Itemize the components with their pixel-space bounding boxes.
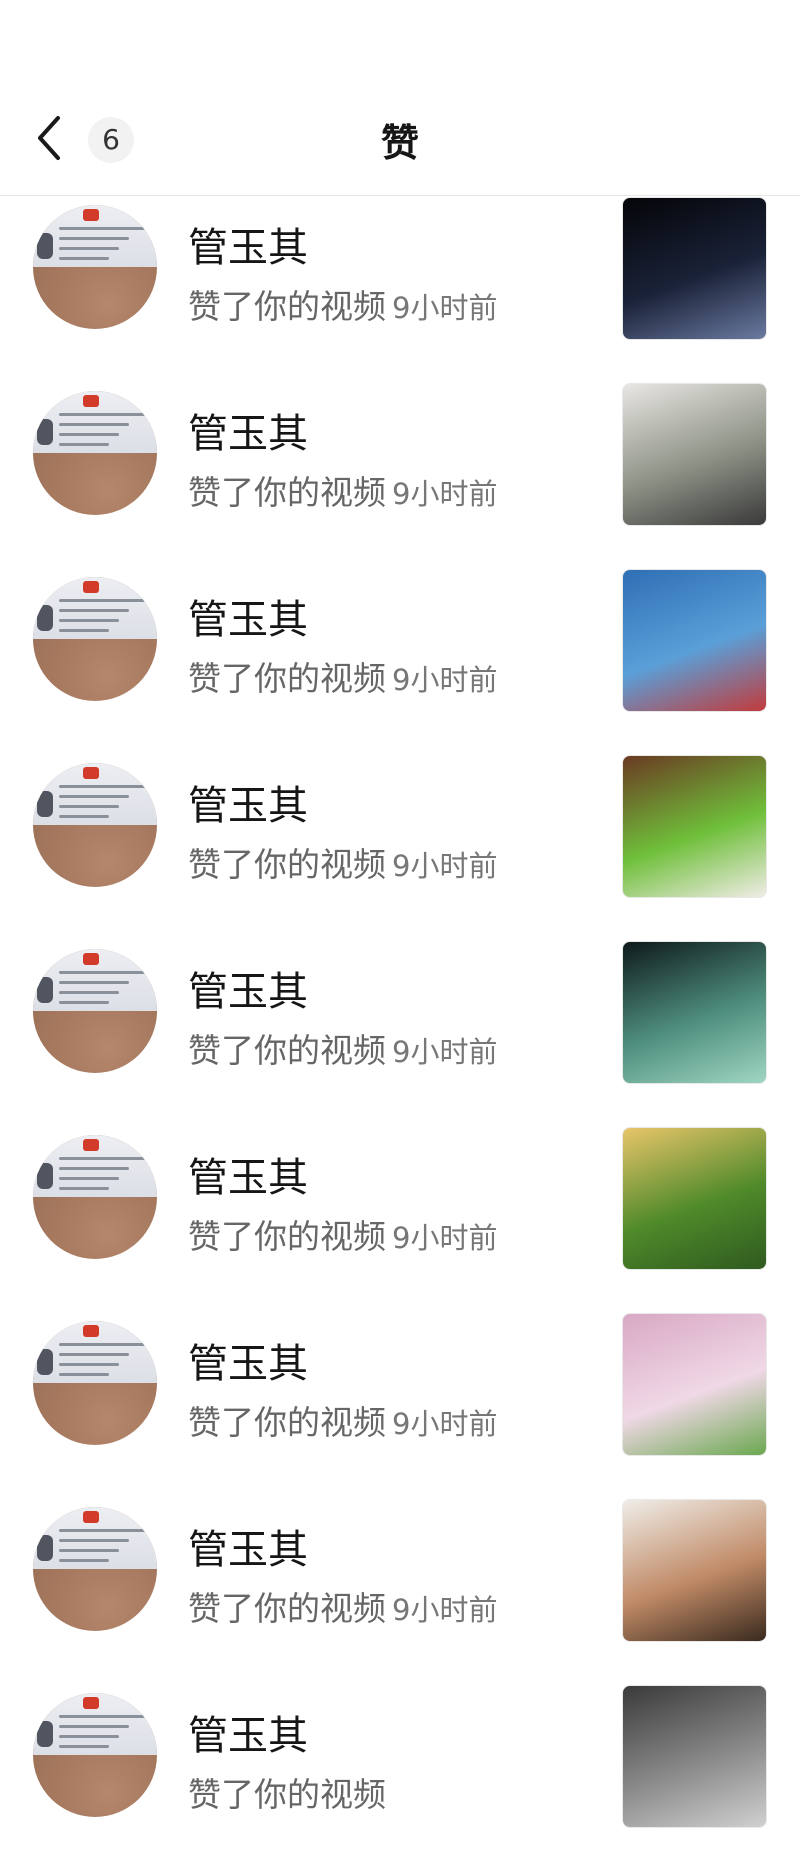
page-title: 赞 bbox=[380, 121, 419, 165]
like-description: 赞了你的视频 9小时前 bbox=[188, 838, 497, 886]
list-item[interactable]: 管玉其赞了你的视频 9小时前 bbox=[0, 1125, 800, 1311]
timestamp: 9小时前 bbox=[392, 1221, 498, 1255]
list-item[interactable]: 管玉其赞了你的视频 9小时前 bbox=[0, 195, 800, 381]
action-text: 赞了你的视频 bbox=[188, 1217, 386, 1256]
ethnic-costume-lake-thumbnail[interactable] bbox=[622, 569, 767, 712]
street-thumbnail[interactable] bbox=[622, 1685, 767, 1828]
user-name[interactable]: 管玉其 bbox=[188, 1331, 308, 1389]
woman-office-thumbnail[interactable] bbox=[622, 383, 767, 526]
avatar[interactable] bbox=[33, 391, 157, 515]
timestamp: 9小时前 bbox=[392, 663, 498, 697]
timestamp: 9小时前 bbox=[392, 1593, 498, 1627]
top-bar: 6 赞 bbox=[0, 0, 800, 196]
list-item[interactable]: 管玉其赞了你的视频 9小时前 bbox=[0, 1497, 800, 1683]
hanfu-blossoms-thumbnail[interactable] bbox=[622, 1313, 767, 1456]
like-description: 赞了你的视频 9小时前 bbox=[188, 1582, 497, 1630]
like-description: 赞了你的视频 9小时前 bbox=[188, 652, 497, 700]
action-text: 赞了你的视频 bbox=[188, 287, 386, 326]
avatar[interactable] bbox=[33, 1135, 157, 1259]
list-item[interactable]: 管玉其 赞了你的视频 bbox=[0, 1683, 800, 1869]
avatar[interactable] bbox=[33, 949, 157, 1073]
user-name[interactable]: 管玉其 bbox=[188, 1703, 308, 1761]
list-item[interactable]: 管玉其赞了你的视频 9小时前 bbox=[0, 939, 800, 1125]
avatar[interactable] bbox=[33, 1507, 157, 1631]
user-name[interactable]: 管玉其 bbox=[188, 215, 308, 273]
like-description: 赞了你的视频 9小时前 bbox=[188, 466, 497, 514]
night-city-thumbnail[interactable] bbox=[622, 197, 767, 340]
timestamp: 9小时前 bbox=[392, 1407, 498, 1441]
user-name[interactable]: 管玉其 bbox=[188, 773, 308, 831]
avatar[interactable] bbox=[33, 1321, 157, 1445]
like-description: 赞了你的视频 9小时前 bbox=[188, 1210, 497, 1258]
avatar[interactable] bbox=[33, 577, 157, 701]
action-text: 赞了你的视频 bbox=[188, 1775, 386, 1814]
list-item[interactable]: 管玉其赞了你的视频 9小时前 bbox=[0, 753, 800, 939]
action-text: 赞了你的视频 bbox=[188, 1031, 386, 1070]
like-description: 赞了你的视频 9小时前 bbox=[188, 1024, 497, 1072]
timestamp: 9小时前 bbox=[392, 1035, 498, 1069]
user-name[interactable]: 管玉其 bbox=[188, 1145, 308, 1203]
woman-portrait-thumbnail[interactable] bbox=[622, 1499, 767, 1642]
list-item[interactable]: 管玉其赞了你的视频 9小时前 bbox=[0, 567, 800, 753]
like-description: 赞了你的视频 bbox=[188, 1768, 392, 1816]
action-text: 赞了你的视频 bbox=[188, 473, 386, 512]
list-item[interactable]: 管玉其赞了你的视频 9小时前 bbox=[0, 1311, 800, 1497]
user-name[interactable]: 管玉其 bbox=[188, 959, 308, 1017]
action-text: 赞了你的视频 bbox=[188, 1589, 386, 1628]
timestamp: 9小时前 bbox=[392, 291, 498, 325]
avatar[interactable] bbox=[33, 1693, 157, 1817]
avatar[interactable] bbox=[33, 205, 157, 329]
list-item[interactable]: 管玉其赞了你的视频 9小时前 bbox=[0, 381, 800, 567]
like-description: 赞了你的视频 9小时前 bbox=[188, 1396, 497, 1444]
user-name[interactable]: 管玉其 bbox=[188, 587, 308, 645]
bridge-reflection-thumbnail[interactable] bbox=[622, 1127, 767, 1270]
timestamp: 9小时前 bbox=[392, 477, 498, 511]
action-text: 赞了你的视频 bbox=[188, 845, 386, 884]
action-text: 赞了你的视频 bbox=[188, 1403, 386, 1442]
user-name[interactable]: 管玉其 bbox=[188, 401, 308, 459]
green-face-thumbnail[interactable] bbox=[622, 941, 767, 1084]
timestamp: 9小时前 bbox=[392, 849, 498, 883]
food-plate-thumbnail[interactable] bbox=[622, 755, 767, 898]
likes-list: 管玉其 赞了你的视频 9小时前 管玉其 赞了你的视频 9小时前 管玉其 赞了你的视频 9小时前管… bbox=[0, 195, 800, 1869]
user-name[interactable]: 管玉其 bbox=[188, 1517, 308, 1575]
like-description: 赞了你的视频 9小时前 bbox=[188, 280, 497, 328]
avatar[interactable] bbox=[33, 763, 157, 887]
action-text: 赞了你的视频 bbox=[188, 659, 386, 698]
